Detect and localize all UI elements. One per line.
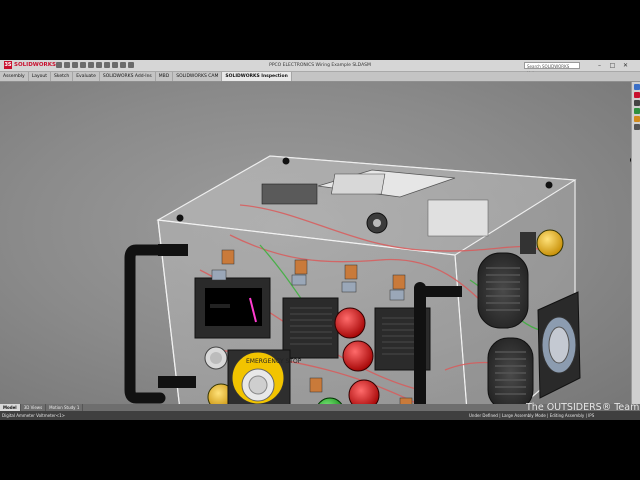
resources-icon[interactable] — [633, 84, 640, 90]
help-search-input[interactable]: Search SOLIDWORKS Help — [524, 62, 580, 76]
tab-3d-views[interactable]: 3D Views — [21, 404, 47, 411]
tab-model[interactable]: Model — [0, 404, 21, 411]
tab-sketch[interactable]: Sketch — [51, 72, 74, 81]
solidworks-window: 3S SOLIDWORKS PPCO ELECTRONICS Wiring Exa… — [0, 60, 640, 420]
design-library-icon[interactable] — [633, 92, 640, 98]
file-explorer-icon[interactable] — [633, 100, 640, 106]
close-button[interactable]: ✕ — [622, 62, 629, 69]
task-pane-tabs — [631, 82, 640, 404]
tab-add-ins[interactable]: SOLIDWORKS Add-Ins — [100, 72, 156, 81]
graphics-viewport[interactable]: EMERGENCY STOP — [0, 82, 631, 404]
minimize-button[interactable]: – — [596, 62, 603, 69]
appearances-icon[interactable] — [633, 116, 640, 122]
tab-mbd[interactable]: MBD — [156, 72, 174, 81]
status-selected-component: Digital Ammeter Voltmeter<1> — [2, 413, 66, 418]
custom-properties-icon[interactable] — [633, 124, 640, 130]
tab-layout[interactable]: Layout — [29, 72, 52, 81]
command-manager-tabs: Assembly Layout Sketch Evaluate SOLIDWOR… — [0, 72, 640, 82]
estop-label: EMERGENCY STOP — [246, 358, 302, 365]
watermark-text: The OUTSIDERS® Team — [526, 402, 640, 413]
tab-evaluate[interactable]: Evaluate — [73, 72, 100, 81]
view-palette-icon[interactable] — [633, 108, 640, 114]
tab-cam[interactable]: SOLIDWORKS CAM — [173, 72, 223, 81]
tab-motion-study[interactable]: Motion Study 1 — [46, 404, 84, 411]
tab-assembly[interactable]: Assembly — [0, 72, 29, 81]
assembly-model: EMERGENCY STOP — [124, 155, 631, 404]
tab-inspection[interactable]: SOLIDWORKS Inspection — [222, 72, 292, 81]
title-bar: 3S SOLIDWORKS PPCO ELECTRONICS Wiring Exa… — [0, 60, 640, 76]
maximize-button[interactable]: □ — [609, 62, 616, 69]
